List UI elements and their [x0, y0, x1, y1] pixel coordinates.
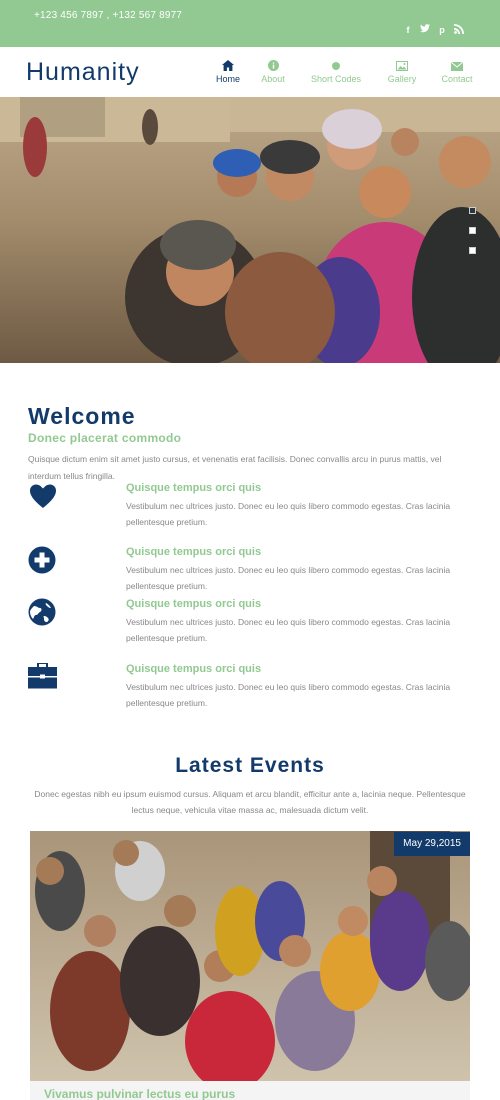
feature-text: Vestibulum nec ultrices justo. Donec eu … [126, 501, 451, 527]
nav-label: Contact [441, 74, 473, 84]
briefcase-icon [28, 662, 58, 693]
twitter-icon[interactable] [420, 24, 430, 37]
facebook-icon[interactable]: f [403, 24, 413, 37]
info-icon [245, 58, 301, 71]
nav-item-contact[interactable]: Contact [429, 58, 485, 84]
contact-phone: +123 456 7897 , +132 567 8977 [34, 10, 183, 21]
social-links: f p [403, 24, 464, 37]
nav-item-gallery[interactable]: Gallery [374, 58, 430, 84]
image-icon [374, 58, 430, 71]
heart-icon [28, 482, 58, 512]
welcome-section: Welcome Donec placerat commodo Quisque d… [28, 402, 476, 485]
slider-dot[interactable] [469, 227, 476, 234]
plus-icon [28, 546, 58, 576]
top-bar: +123 456 7897 , +132 567 8977 f p [0, 0, 500, 47]
welcome-title: Welcome [28, 403, 136, 429]
nav-label: Short Codes [310, 74, 362, 84]
pinterest-icon[interactable]: p [437, 24, 447, 37]
mail-icon [429, 58, 485, 71]
slider-dot[interactable] [469, 207, 476, 214]
events-text: Donec egestas nibh eu ipsum euismod curs… [34, 789, 466, 815]
main-nav: Home About Short Codes Gallery Contact [200, 58, 490, 94]
feature-title: Quisque tempus orci quis [126, 663, 262, 675]
slider-dots [469, 207, 476, 254]
welcome-text: Quisque dictum enim sit amet justo cursu… [28, 454, 442, 481]
nav-item-about[interactable]: About [245, 58, 301, 84]
feature-title: Quisque tempus orci quis [126, 546, 262, 558]
nav-item-short-codes[interactable]: Short Codes [308, 58, 364, 84]
event-image [30, 831, 470, 1091]
site-logo[interactable]: Humanity [26, 58, 140, 87]
slider-dot[interactable] [469, 247, 476, 254]
feature-text: Vestibulum nec ultrices justo. Donec eu … [126, 682, 451, 708]
hero-image [0, 97, 500, 363]
nav-label: About [261, 74, 285, 84]
feature-text: Vestibulum nec ultrices justo. Donec eu … [126, 617, 451, 643]
event-card[interactable]: May 29,2015 Vivamus pulvinar lectus eu p… [30, 831, 470, 1100]
globe-icon [28, 598, 58, 628]
dot-icon [308, 58, 364, 70]
event-date-badge: May 29,2015 [394, 832, 470, 856]
feature-title: Quisque tempus orci quis [126, 598, 262, 610]
event-title[interactable]: Vivamus pulvinar lectus eu purus [44, 1087, 235, 1100]
hero-slider[interactable] [0, 97, 500, 363]
feature-text: Vestibulum nec ultrices justo. Donec eu … [126, 565, 451, 591]
rss-icon[interactable] [454, 24, 464, 37]
site-header: Humanity Home About Short Codes Gallery [0, 47, 500, 97]
feature-title: Quisque tempus orci quis [126, 482, 262, 494]
nav-label: Gallery [387, 74, 417, 84]
welcome-subtitle: Donec placerat commodo [28, 431, 182, 445]
events-title: Latest Events [175, 754, 325, 777]
